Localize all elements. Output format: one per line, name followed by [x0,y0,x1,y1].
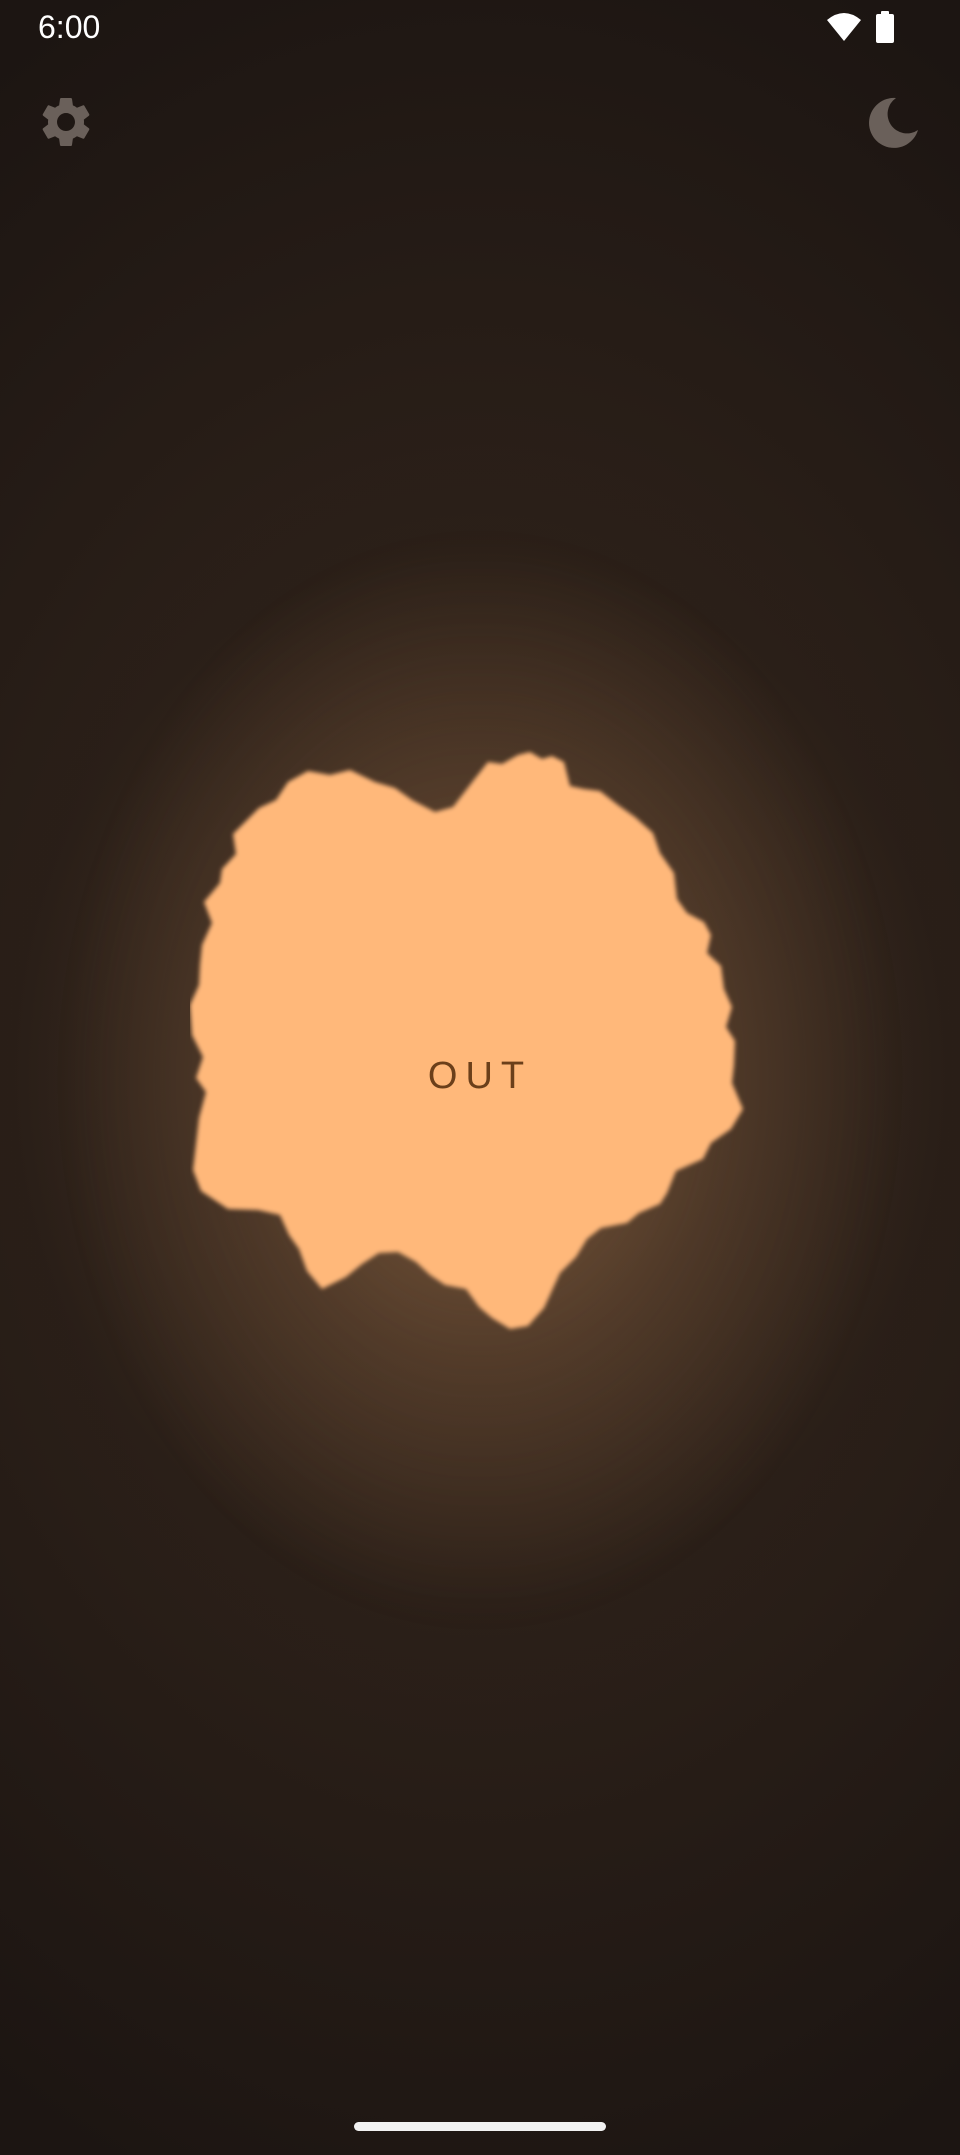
battery-icon [876,11,894,43]
night-mode-button[interactable] [862,92,924,154]
moon-icon [869,97,918,148]
status-bar: 6:00 [0,0,960,56]
app-screen: 6:00 OUT [0,0,960,2155]
settings-button[interactable] [36,92,96,152]
out-button-label: OUT [427,1055,533,1097]
wifi-icon [827,13,861,41]
status-time: 6:00 [38,9,101,45]
home-indicator[interactable] [354,2122,606,2131]
gear-icon [42,98,90,146]
